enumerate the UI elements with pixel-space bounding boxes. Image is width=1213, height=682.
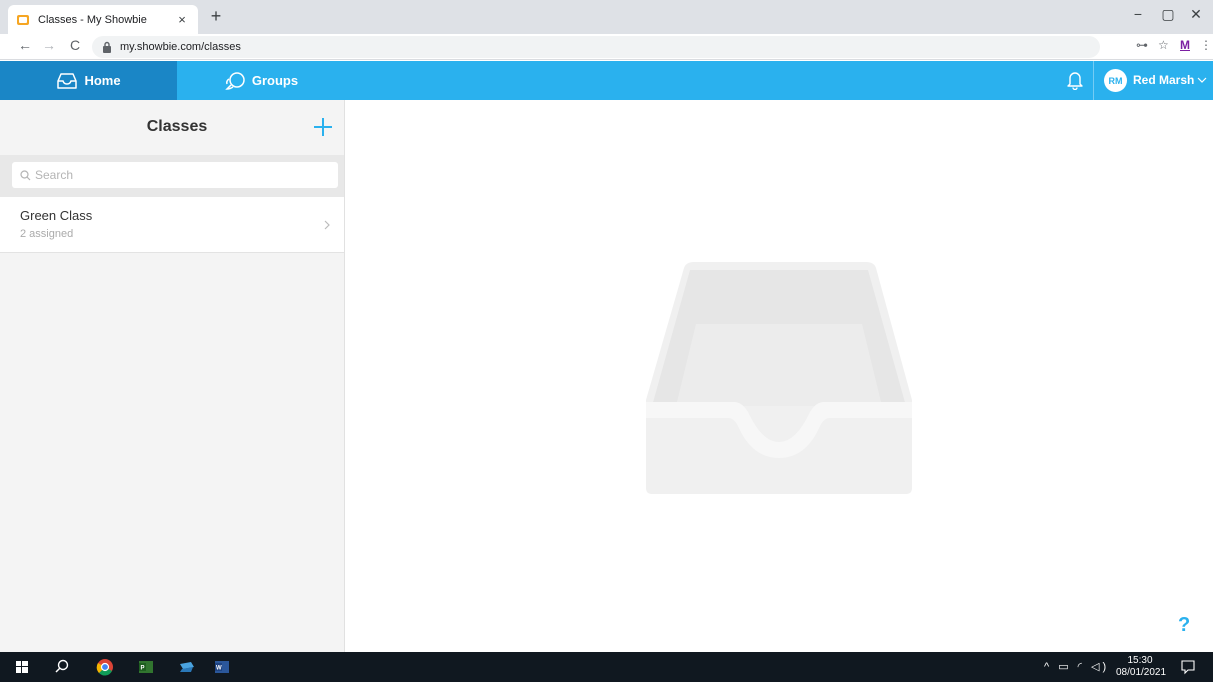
chevron-down-icon[interactable] — [1197, 72, 1207, 88]
lock-icon — [103, 41, 111, 53]
menu-icon[interactable]: ⋮ — [1200, 38, 1212, 52]
browser-tab[interactable]: Classes - My Showbie × — [8, 5, 198, 34]
back-button[interactable]: ← — [16, 37, 34, 53]
os-taskbar: P W ^ ▭ ◜ ◁) 15:30 08/01/2021 — [0, 652, 1213, 682]
svg-text:W: W — [216, 666, 222, 672]
chevron-right-icon — [324, 220, 330, 230]
nav-groups[interactable]: Groups — [177, 61, 345, 100]
system-tray-icons[interactable]: ^ ▭ ◜ ◁) — [1044, 660, 1109, 673]
app-header: Home Groups RM Red Marsh — [0, 61, 1213, 100]
bell-icon[interactable] — [1066, 70, 1084, 90]
word-icon[interactable]: W — [212, 657, 232, 677]
inbox-icon — [57, 72, 78, 89]
search-container — [0, 155, 344, 197]
tab-title: Classes - My Showbie — [38, 13, 147, 26]
reload-button[interactable]: C — [66, 37, 84, 53]
maximize-button[interactable]: ▢ — [1153, 6, 1183, 23]
search-icon — [20, 169, 31, 180]
add-class-button[interactable] — [312, 116, 334, 138]
clock-time: 15:30 — [1127, 655, 1153, 666]
forward-button[interactable]: → — [40, 37, 58, 53]
nav-groups-label: Groups — [251, 73, 299, 88]
header-divider — [1093, 61, 1094, 100]
sidebar-title: Classes — [146, 118, 208, 135]
class-list-item[interactable]: Green Class 2 assigned — [0, 197, 344, 253]
url-text: my.showbie.com/classes — [120, 41, 241, 53]
clock[interactable]: 15:30 08/01/2021 — [1116, 655, 1167, 679]
new-tab-button[interactable]: + — [206, 6, 226, 27]
address-bar[interactable]: my.showbie.com/classes — [92, 36, 1100, 58]
avatar[interactable]: RM — [1104, 69, 1127, 92]
search-icon[interactable] — [52, 657, 72, 677]
class-name: Green Class — [20, 208, 93, 223]
nav-home-label: Home — [84, 73, 121, 88]
extension-icon[interactable]: M — [1180, 38, 1190, 52]
empty-tray-illustration — [646, 262, 912, 494]
search-field[interactable] — [12, 162, 338, 188]
sidebar-header: Classes — [0, 100, 344, 155]
chat-bubbles-icon — [225, 71, 245, 90]
help-button[interactable]: ? — [1178, 614, 1190, 637]
key-icon[interactable]: ⊶ — [1136, 38, 1148, 52]
svg-text:P: P — [141, 666, 145, 672]
star-icon[interactable]: ☆ — [1158, 38, 1169, 52]
tab-close-icon[interactable]: × — [174, 12, 190, 27]
browser-tabstrip: Classes - My Showbie × + − ▢ ✕ — [0, 0, 1213, 34]
windows-start-icon[interactable] — [12, 657, 32, 677]
notification-icon[interactable] — [1180, 659, 1196, 675]
nav-home[interactable]: Home — [0, 61, 177, 100]
showbie-favicon-icon — [17, 14, 29, 25]
class-assigned-count: 2 assigned — [20, 228, 74, 240]
search-input[interactable] — [35, 168, 325, 182]
close-window-button[interactable]: ✕ — [1181, 6, 1211, 23]
user-name[interactable]: Red Marsh — [1133, 73, 1194, 87]
chrome-icon[interactable] — [95, 657, 115, 677]
app-arrow-icon[interactable] — [177, 657, 197, 677]
project-app-icon[interactable]: P — [136, 657, 156, 677]
minimize-button[interactable]: − — [1123, 6, 1153, 22]
classes-sidebar: Classes Green Class 2 assigned — [0, 100, 345, 652]
clock-date: 08/01/2021 — [1116, 667, 1167, 678]
browser-toolbar: ← → C my.showbie.com/classes ⊶ ☆ M ⋮ — [0, 34, 1213, 60]
